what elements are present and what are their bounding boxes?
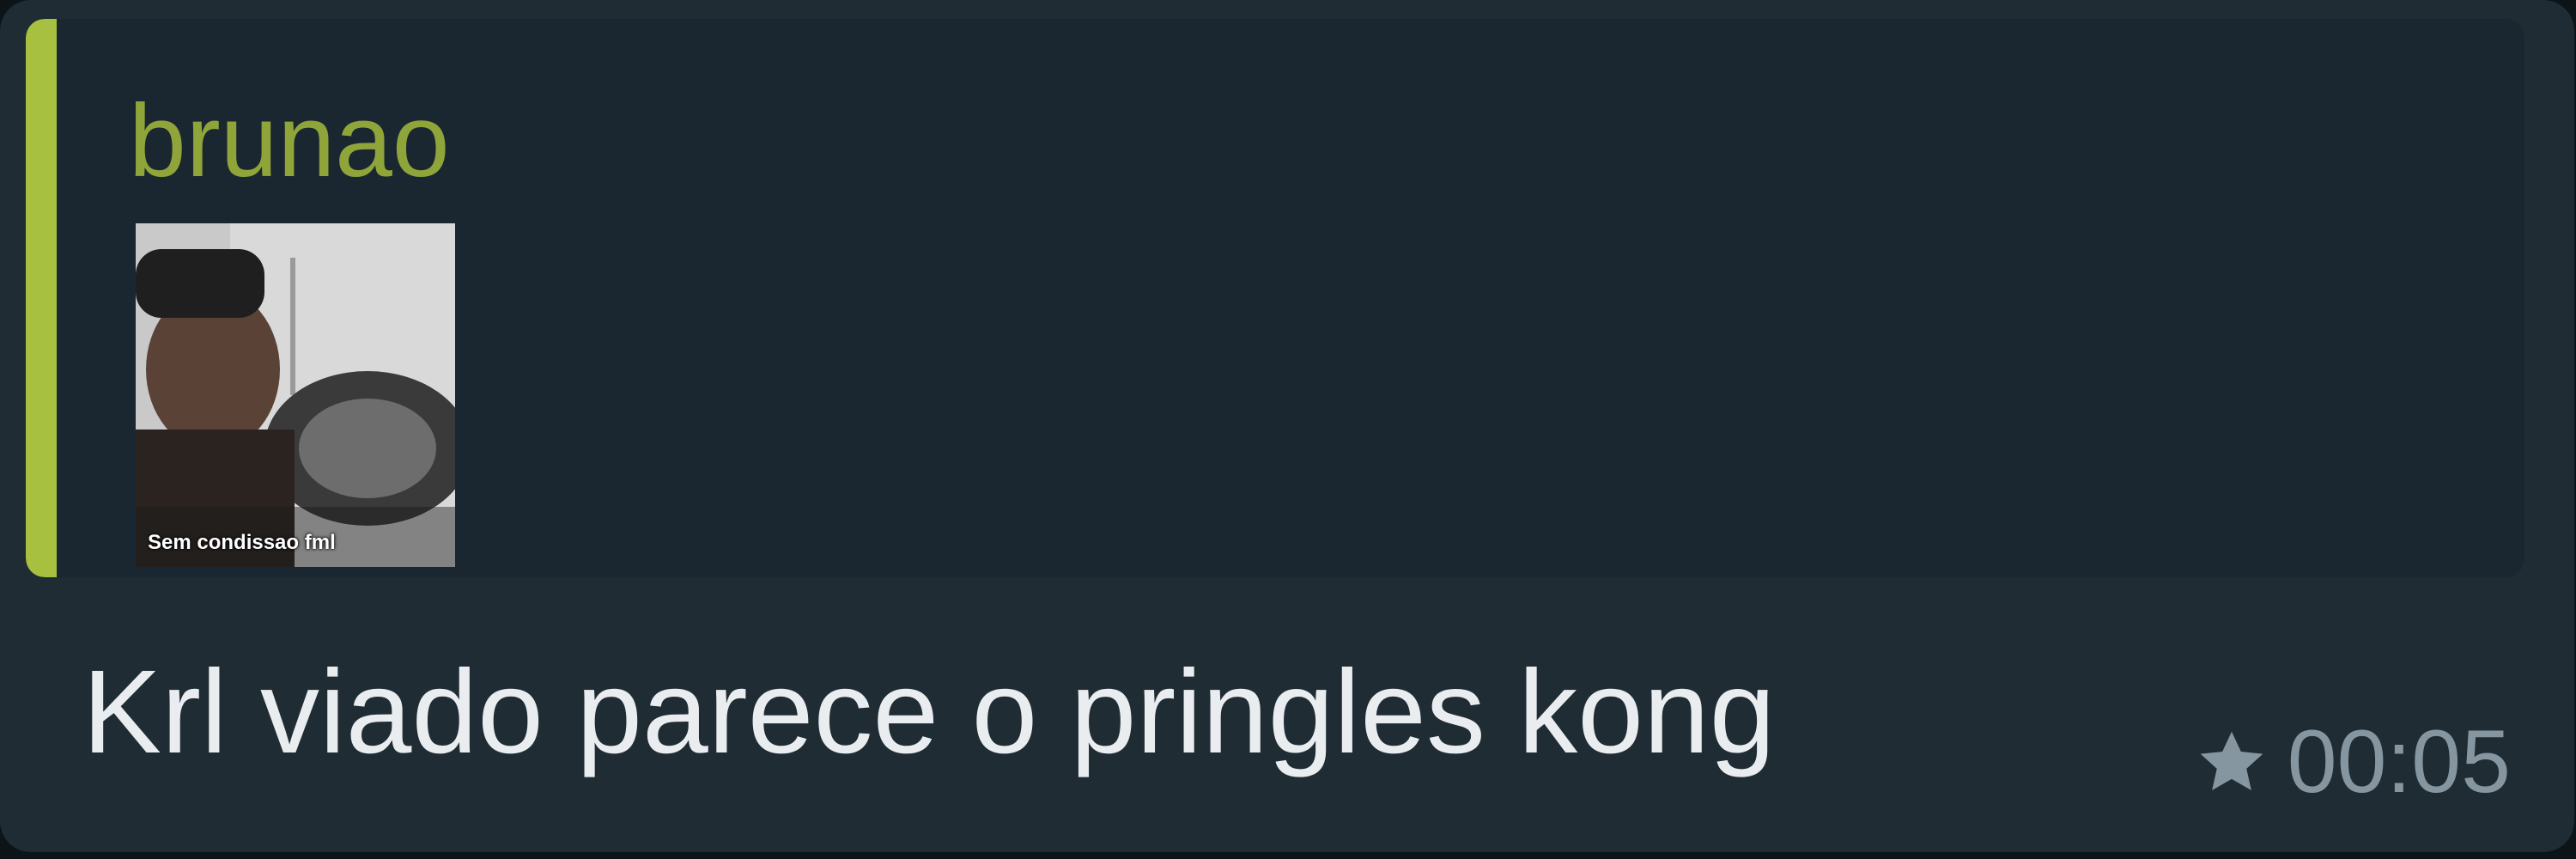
quoted-thumbnail: Sem condissao fml [136,223,455,567]
quoted-message[interactable]: brunao Sem condissao fml [26,19,2524,577]
message-text: Krl viado parece o pringles kong [82,646,1776,778]
message-bubble[interactable]: brunao Sem condissao fml Krl viado parec… [0,0,2574,852]
star-icon [2200,731,2263,790]
quote-accent-bar [26,19,57,577]
message-timestamp: 00:05 [2287,712,2511,812]
quoted-author: brunao [129,83,450,198]
message-meta: 00:05 [2193,715,2511,809]
thumbnail-caption: Sem condissao fml [148,531,336,554]
thumbnail-image [136,223,455,567]
